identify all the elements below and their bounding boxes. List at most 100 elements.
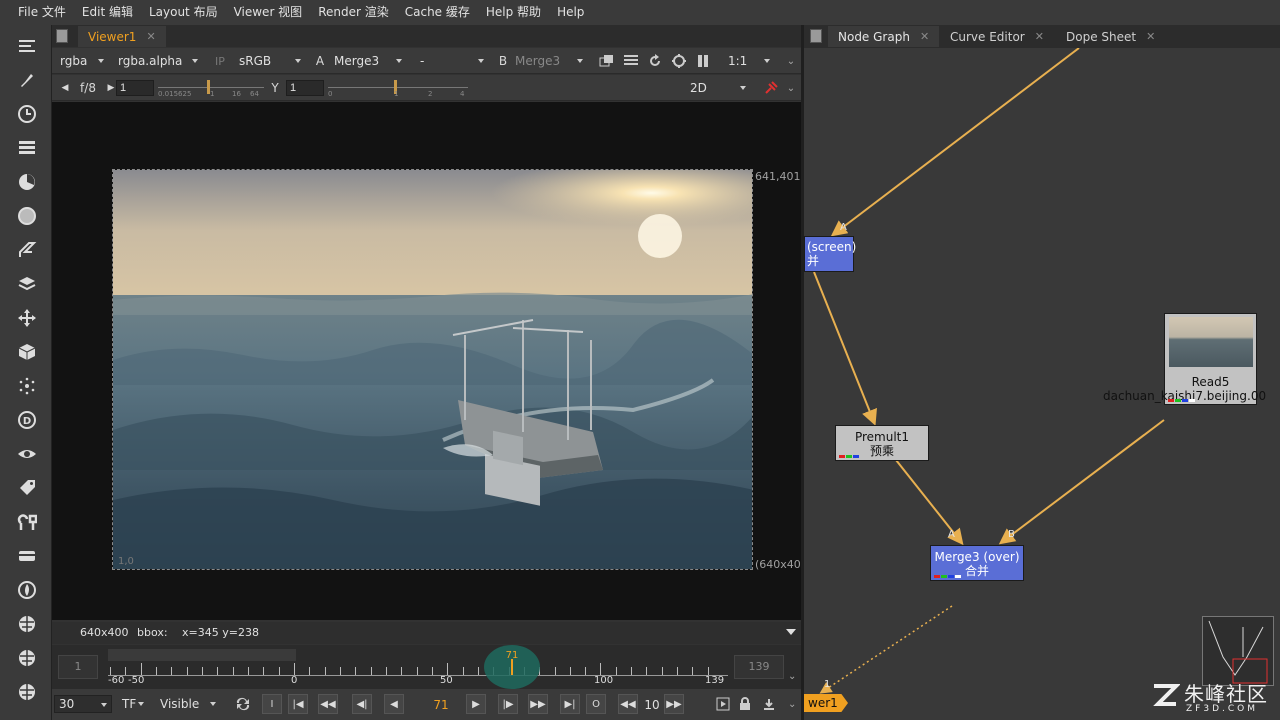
gain-slider[interactable]: 0.015625 1 16 64 [158,80,264,98]
timeline-ruler[interactable]: -60 -50 0 50 100 139 71 [108,645,728,689]
toolsets-icon[interactable] [14,509,40,535]
roi-icon[interactable] [598,52,616,70]
in-point-button[interactable]: I [262,694,282,714]
tab-label: Dope Sheet [1066,29,1137,44]
tab-curve-editor[interactable]: Curve Editor ✕ [940,26,1054,47]
metadata-icon[interactable] [14,475,40,501]
play-forward-button[interactable]: ▶ [466,694,486,714]
info-dropdown-icon[interactable] [786,629,796,635]
transform-icon[interactable] [14,305,40,331]
channel-red [1168,399,1174,402]
timecode-dropdown[interactable]: TF [118,695,148,713]
menu-help[interactable]: Help [549,0,592,25]
viewer-input-icon[interactable] [14,33,40,59]
last-frame-button[interactable]: ▶| [560,694,580,714]
menu-layout[interactable]: Layout 布局 [141,0,226,25]
expand-chevron-icon[interactable]: ⌄ [788,671,796,682]
viewer-viewport[interactable]: 641,401 (640x400) 1,0 [52,102,812,620]
menu-help-cn[interactable]: Help 帮助 [478,0,549,25]
timeline-tick [294,663,295,675]
loop-icon[interactable] [234,695,252,713]
close-icon[interactable]: ✕ [1035,30,1044,43]
skip-forward-button[interactable]: ▶▶ [664,694,684,714]
furnace-icon[interactable] [14,577,40,603]
expand-chevron-icon[interactable]: ⌄ [782,52,800,70]
channel-red [839,455,845,458]
gamma-input[interactable] [286,80,324,96]
keyer-icon[interactable] [14,237,40,263]
fps-dropdown[interactable]: 30 [54,695,112,713]
views-icon[interactable] [14,441,40,467]
gamma-slider[interactable]: 0 1 2 4 [328,80,468,98]
input-process-button[interactable]: IP [210,52,230,70]
paint-brush-icon[interactable] [14,67,40,93]
audio-icon[interactable] [760,695,778,713]
3d-icon[interactable] [14,339,40,365]
tab-node-graph[interactable]: Node Graph ✕ [828,26,940,47]
a-input-dropdown[interactable]: Merge3 [330,52,406,70]
zoom-dropdown[interactable]: 1:1 [724,52,774,70]
slider-tick-label: 16 [232,90,241,98]
filter-icon[interactable] [14,203,40,229]
pane-menu-icon[interactable] [56,29,68,43]
menu-viewer[interactable]: Viewer 视图 [226,0,311,25]
b-input-dropdown[interactable]: Merge3 [511,52,587,70]
channel-green [941,575,947,578]
current-frame-field[interactable]: 71 [418,695,464,715]
gpu-icon[interactable] [670,52,688,70]
out-point-button[interactable]: O [586,694,606,714]
next-frame-button[interactable]: |▶ [498,694,518,714]
list-icon[interactable] [622,52,640,70]
pause-icon[interactable] [694,52,712,70]
gain-input[interactable] [116,80,154,96]
pin-icon[interactable] [762,79,780,97]
particles-icon[interactable] [14,373,40,399]
colorspace-dropdown[interactable]: sRGB [235,52,305,70]
first-frame-button[interactable]: |◀ [288,694,308,714]
menu-edit[interactable]: Edit 编辑 [74,0,141,25]
premult1-node[interactable]: Premult1 预乘 [835,425,929,461]
view-mode-dropdown[interactable]: 2D [686,79,750,97]
play-backward-button[interactable]: ◀ [384,694,404,714]
lock-icon[interactable] [736,695,754,713]
prev-frame-button[interactable]: ◀| [352,694,372,714]
menu-file[interactable]: File 文件 [10,0,74,25]
prev-keyframe-button[interactable]: ◀◀ [318,694,338,714]
menu-cache[interactable]: Cache 缓存 [397,0,478,25]
ofx-icon-1[interactable] [14,611,40,637]
tab-dope-sheet[interactable]: Dope Sheet ✕ [1056,26,1165,47]
expand-chevron-icon[interactable]: ⌄ [788,699,796,710]
expand-chevron-icon[interactable]: ⌄ [782,79,800,97]
in-frame-field[interactable]: 1 [58,655,98,679]
compare-mode-dropdown[interactable]: - [416,52,488,70]
skip-back-button[interactable]: ◀◀ [618,694,638,714]
node-graph-canvas[interactable]: A (screen) 并 Premult1 预乘 A B Merge3 (ove… [804,48,1280,720]
close-icon[interactable]: ✕ [1146,30,1155,43]
next-keyframe-button[interactable]: ▶▶ [528,694,548,714]
tab-viewer1[interactable]: Viewer1 ✕ [78,26,166,47]
screen-node[interactable]: (screen) 并 [804,236,856,272]
range-dropdown[interactable]: Visible [156,695,220,713]
merge-icon[interactable] [14,271,40,297]
time-icon[interactable] [14,101,40,127]
menu-render[interactable]: Render 渲染 [310,0,397,25]
close-icon[interactable]: ✕ [920,30,929,43]
merge3-node[interactable]: Merge3 (over) 合并 [930,545,1024,581]
ofx-icon-3[interactable] [14,679,40,705]
close-icon[interactable]: ✕ [146,30,155,43]
timeline-tick [431,667,433,675]
alpha-dropdown[interactable]: rgba.alpha [114,52,202,70]
channel-icon[interactable] [14,135,40,161]
flipbook-icon[interactable] [714,695,732,713]
out-frame-field[interactable]: 139 [734,655,784,679]
refresh-icon[interactable] [646,52,664,70]
viewer1-node[interactable]: wer1 [804,694,848,712]
other-icon[interactable] [14,543,40,569]
deep-icon[interactable]: D [14,407,40,433]
pane-menu-icon[interactable] [810,29,822,43]
channels-dropdown[interactable]: rgba [56,52,108,70]
color-icon[interactable] [14,169,40,195]
ofx-icon-2[interactable] [14,645,40,671]
skip-increment-field[interactable]: 10 [640,695,664,715]
read5-node[interactable]: Read5 dachuan_kaishi7.beijing.00 [1103,313,1266,405]
